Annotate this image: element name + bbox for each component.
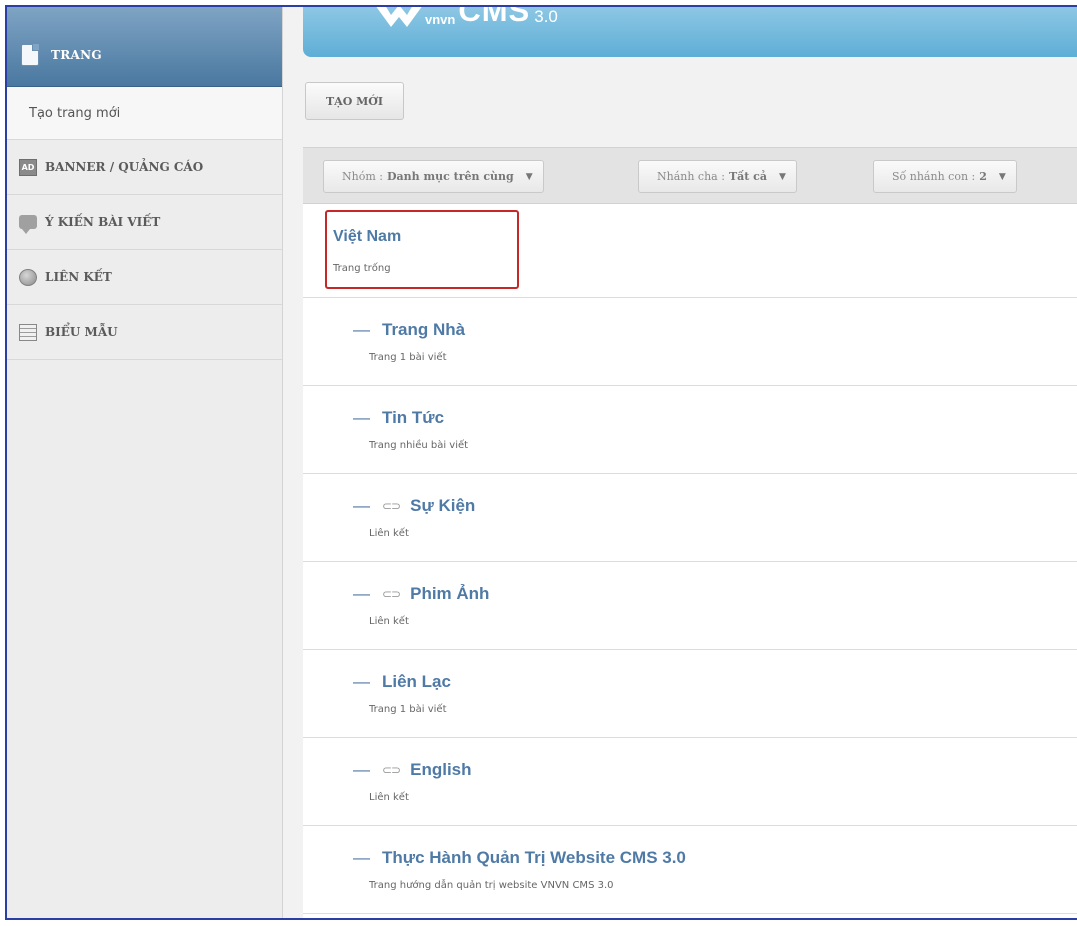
list-item[interactable]: — ⊂⊃ English Liên kết: [303, 738, 1077, 826]
filter-value: Danh mục trên cùng: [386, 170, 514, 183]
tree-dash-icon: —: [353, 408, 370, 427]
cms-logo[interactable]: vnvn CMS 3.0: [373, 5, 558, 29]
sidebar: TRANG Tạo trang mới AD BANNER / QUẢNG CÁ…: [7, 7, 283, 918]
page-title-link[interactable]: — Trang Nhà: [353, 320, 465, 340]
page-title-text: Phim Ảnh: [410, 584, 490, 603]
banner-icon: AD: [19, 158, 37, 176]
form-icon: [19, 323, 37, 341]
list-item[interactable]: — Thực Hành Quản Trị Website CMS 3.0 Tra…: [303, 826, 1077, 914]
page-title-text: Sự Kiện: [410, 496, 476, 515]
chevron-down-icon: ▼: [525, 171, 533, 182]
page-title-link[interactable]: — Thực Hành Quản Trị Website CMS 3.0: [353, 848, 686, 868]
page-title-text: Tin Tức: [382, 408, 445, 427]
child-count-filter-dropdown[interactable]: Số nhánh con : 2 ▼: [873, 160, 1017, 193]
sidebar-header-label: TRANG: [51, 48, 102, 62]
tree-dash-icon: —: [353, 584, 370, 603]
chevron-down-icon: ▼: [998, 171, 1006, 182]
tree-dash-icon: —: [353, 760, 370, 779]
highlight-box: [325, 210, 519, 289]
page-title-link[interactable]: — Liên Lạc: [353, 672, 451, 692]
page-type-label: Liên kết: [369, 792, 409, 803]
sidebar-item-banner[interactable]: AD BANNER / QUẢNG CÁO: [7, 140, 282, 195]
page-title-link[interactable]: — ⊂⊃ English: [353, 760, 472, 780]
create-page-link[interactable]: Tạo trang mới: [7, 87, 282, 140]
list-item[interactable]: — ⊂⊃ Sự Kiện Liên kết: [303, 474, 1077, 562]
sidebar-item-label: LIÊN KẾT: [45, 270, 112, 284]
page-title-text: Việt Nam: [333, 228, 402, 245]
globe-icon: [19, 268, 37, 286]
logo-small-text: vnvn: [425, 12, 456, 27]
filter-value: Tất cả: [728, 170, 768, 183]
chevron-down-icon: ▼: [779, 171, 786, 182]
link-icon: ⊂⊃: [382, 763, 401, 777]
sidebar-item-label: BANNER / QUẢNG CÁO: [45, 160, 204, 174]
list-item[interactable]: — Trang Nhà Trang 1 bài viết: [303, 298, 1077, 386]
page-title-link[interactable]: — ⊂⊃ Phim Ảnh: [353, 584, 489, 604]
sidebar-item-links[interactable]: LIÊN KẾT: [7, 250, 282, 305]
header-banner: vnvn CMS 3.0: [303, 7, 1077, 57]
page-type-label: Trang trống: [333, 263, 391, 274]
sidebar-item-trang[interactable]: TRANG: [7, 7, 282, 87]
comment-icon: [19, 215, 37, 234]
list-item[interactable]: — ⊂⊃ Phim Ảnh Liên kết: [303, 562, 1077, 650]
page-type-label: Trang 1 bài viết: [369, 352, 447, 363]
tree-dash-icon: —: [353, 848, 370, 867]
page-type-label: Trang hướng dẫn quản trị website VNVN CM…: [369, 880, 614, 891]
page-icon: [21, 44, 39, 66]
logo-version: 3.0: [534, 7, 558, 26]
filter-label: Số nhánh con :: [892, 170, 976, 183]
tree-dash-icon: —: [353, 496, 370, 515]
filter-label: Nhóm :: [342, 170, 383, 183]
parent-filter-dropdown[interactable]: Nhánh cha : Tất cả ▼: [638, 160, 797, 193]
page-title-link[interactable]: — Tin Tức: [353, 408, 444, 428]
app-frame: TRANG Tạo trang mới AD BANNER / QUẢNG CÁ…: [5, 5, 1077, 920]
page-title-text: Liên Lạc: [382, 672, 451, 691]
sidebar-item-comments[interactable]: Ý KIẾN BÀI VIẾT: [7, 195, 282, 250]
page-title-text: English: [410, 760, 472, 779]
page-title-text: Trang Nhà: [382, 320, 466, 339]
page-title-link[interactable]: Việt Nam: [333, 228, 401, 246]
list-item[interactable]: — Liên Lạc Trang 1 bài viết: [303, 650, 1077, 738]
page-type-label: Trang nhiều bài viết: [369, 440, 469, 451]
list-item[interactable]: — Tin Tức Trang nhiều bài viết: [303, 386, 1077, 474]
sidebar-item-label: BIỂU MẪU: [45, 325, 118, 339]
group-filter-dropdown[interactable]: Nhóm : Danh mục trên cùng ▼: [323, 160, 544, 193]
page-title-link[interactable]: — ⊂⊃ Sự Kiện: [353, 496, 475, 516]
list-item[interactable]: Việt Nam Trang trống: [303, 204, 1077, 298]
link-icon: ⊂⊃: [382, 587, 401, 601]
link-icon: ⊂⊃: [382, 499, 401, 513]
filter-value: 2: [979, 170, 987, 183]
main-content: vnvn CMS 3.0 TẠO MỚI Nhóm : Danh mục trê…: [283, 7, 1077, 918]
tree-dash-icon: —: [353, 672, 370, 691]
create-new-button[interactable]: TẠO MỚI: [305, 82, 404, 120]
page-title-text: Thực Hành Quản Trị Website CMS 3.0: [382, 848, 686, 867]
page-type-label: Trang 1 bài viết: [369, 704, 447, 715]
sidebar-item-label: Ý KIẾN BÀI VIẾT: [45, 215, 161, 229]
logo-mark-icon: [376, 7, 422, 27]
logo-cms-text: CMS: [458, 5, 531, 28]
page-type-label: Liên kết: [369, 528, 409, 539]
tree-dash-icon: —: [353, 320, 370, 339]
filter-bar: Nhóm : Danh mục trên cùng ▼ Nhánh cha : …: [303, 147, 1077, 204]
sidebar-item-forms[interactable]: BIỂU MẪU: [7, 305, 282, 360]
page-tree-list: Việt Nam Trang trống — Trang Nhà Trang 1…: [303, 204, 1077, 918]
page-type-label: Liên kết: [369, 616, 409, 627]
filter-label: Nhánh cha :: [657, 170, 725, 183]
